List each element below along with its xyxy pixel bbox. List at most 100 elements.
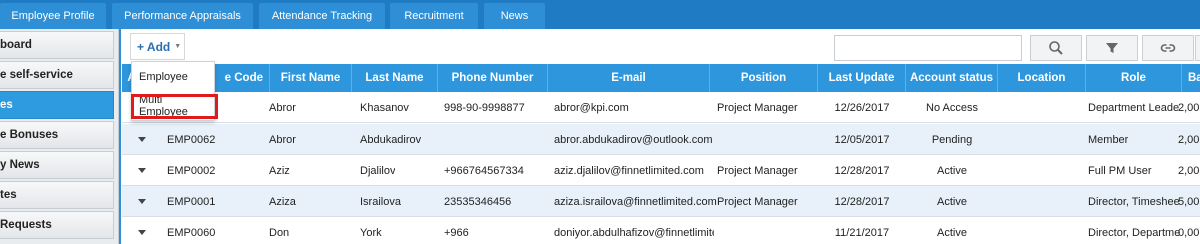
sidebar-item-label: Requests bbox=[0, 219, 52, 231]
cell-code: EMP0060 bbox=[167, 226, 216, 239]
cell-phone: 23535346456 bbox=[444, 195, 512, 208]
cell-last-name: Djalilov bbox=[360, 164, 396, 177]
cell-last-name: Israilova bbox=[360, 195, 401, 208]
cell-position: Project Manager bbox=[717, 195, 798, 208]
sidebar-item-employees[interactable]: es bbox=[0, 91, 114, 119]
table-row[interactable]: EMP0002 Aziz Djalilov +966764567334 aziz… bbox=[122, 155, 1200, 186]
link-icon bbox=[1160, 44, 1176, 52]
cell-ba: 2,00 bbox=[1178, 101, 1200, 114]
cell-role: Member bbox=[1088, 133, 1129, 146]
sidebar-item-dashboard[interactable]: board bbox=[0, 31, 114, 59]
search-button[interactable] bbox=[1030, 35, 1082, 61]
top-tab-bar: Employee Profile Performance Appraisals … bbox=[0, 0, 1200, 29]
cell-ba: 2,00 bbox=[1178, 133, 1200, 146]
add-button[interactable]: + Add ▼ bbox=[130, 33, 185, 60]
cell-last-update: 12/26/2017 bbox=[834, 101, 890, 114]
cell-last-update: 12/28/2017 bbox=[834, 164, 890, 177]
more-button[interactable] bbox=[1195, 35, 1200, 61]
sidebar-item-label: e self-service bbox=[0, 69, 73, 81]
sidebar-item-label: y News bbox=[0, 159, 40, 171]
menu-item-employee[interactable]: Employee bbox=[132, 63, 214, 90]
cell-account-status: Active bbox=[937, 164, 967, 177]
chevron-down-icon[interactable] bbox=[138, 199, 146, 204]
cell-phone: +966764567334 bbox=[444, 164, 524, 177]
cell-position: Project Manager bbox=[717, 101, 798, 114]
table-header: A e Code First Name Last Name Phone Numb… bbox=[122, 64, 1200, 92]
search-input[interactable] bbox=[834, 35, 1022, 61]
cell-email: abror.abdukadirov@outlook.com bbox=[554, 133, 713, 146]
column-header-position[interactable]: Position bbox=[710, 64, 818, 92]
sidebar-item-label: board bbox=[0, 39, 32, 51]
chevron-down-icon[interactable] bbox=[138, 168, 146, 173]
tab-employee-profile[interactable]: Employee Profile bbox=[0, 3, 106, 29]
column-header-location[interactable]: Location bbox=[998, 64, 1086, 92]
cell-last-name: York bbox=[360, 226, 382, 239]
add-button-label: + Add bbox=[137, 39, 171, 54]
cell-first-name: Aziz bbox=[269, 164, 290, 177]
cell-first-name: Abror bbox=[269, 133, 296, 146]
cell-code: EMP0062 bbox=[167, 133, 216, 146]
table-row[interactable]: EMP0001 Aziza Israilova 23535346456 aziz… bbox=[122, 186, 1200, 217]
sidebar-divider bbox=[119, 29, 121, 244]
sidebar: board e self-service es e Bonuses y News… bbox=[0, 29, 119, 244]
cell-ba: 0,00 bbox=[1178, 226, 1200, 239]
chevron-down-icon[interactable] bbox=[138, 230, 146, 235]
sidebar-item-news[interactable]: y News bbox=[0, 151, 114, 179]
sidebar-item-label: e Bonuses bbox=[0, 129, 59, 141]
column-header-role[interactable]: Role bbox=[1086, 64, 1182, 92]
filter-button[interactable] bbox=[1086, 35, 1138, 61]
cell-first-name: Don bbox=[269, 226, 290, 239]
column-header-account-status[interactable]: Account status bbox=[906, 64, 998, 92]
cell-last-name: Khasanov bbox=[360, 101, 409, 114]
sidebar-item-bonuses[interactable]: e Bonuses bbox=[0, 121, 114, 149]
search-icon bbox=[1049, 41, 1063, 55]
tab-attendance-tracking[interactable]: Attendance Tracking bbox=[259, 3, 385, 29]
tab-news[interactable]: News bbox=[484, 3, 545, 29]
cell-role: Director, Timeshee bbox=[1088, 195, 1180, 208]
cell-email: doniyor.abdulhafizov@finnetlimite bbox=[554, 226, 714, 239]
cell-last-update: 12/28/2017 bbox=[834, 195, 890, 208]
cell-last-update: 12/05/2017 bbox=[834, 133, 890, 146]
cell-account-status: Active bbox=[937, 226, 967, 239]
cell-first-name: Abror bbox=[269, 101, 296, 114]
table-row[interactable]: EMP0060 Don York +966 doniyor.abdulhafiz… bbox=[122, 217, 1200, 244]
cell-email: aziza.israilova@finnetlimited.com bbox=[554, 195, 717, 208]
tab-performance-appraisals[interactable]: Performance Appraisals bbox=[112, 3, 253, 29]
cell-account-status: Active bbox=[937, 195, 967, 208]
cell-role: Full PM User bbox=[1088, 164, 1152, 177]
cell-account-status: Pending bbox=[931, 133, 973, 146]
column-header-phone[interactable]: Phone Number bbox=[438, 64, 548, 92]
chevron-down-icon[interactable] bbox=[138, 137, 146, 142]
column-header-ba[interactable]: Ba bbox=[1182, 64, 1200, 92]
cell-role: Director, Departme bbox=[1088, 226, 1181, 239]
column-header-email[interactable]: E-mail bbox=[548, 64, 710, 92]
cell-code: EMP0001 bbox=[167, 195, 216, 208]
column-header-last-update[interactable]: Last Update bbox=[818, 64, 906, 92]
table-row[interactable]: EMP0062 Abror Abdukadirov abror.abdukadi… bbox=[122, 124, 1200, 155]
column-header-first-name[interactable]: First Name bbox=[270, 64, 352, 92]
sidebar-item-label: tes bbox=[0, 189, 17, 201]
highlight-box bbox=[131, 94, 218, 119]
sidebar-item-label: es bbox=[0, 99, 13, 111]
cell-last-name: Abdukadirov bbox=[360, 133, 422, 146]
cell-email: aziz.djalilov@finnetlimited.com bbox=[554, 164, 704, 177]
tab-recruitment[interactable]: Recruitment bbox=[390, 3, 478, 29]
cell-last-update: 11/21/2017 bbox=[834, 226, 890, 239]
cell-ba: 2,00 bbox=[1178, 164, 1200, 177]
cell-account-status: No Access bbox=[926, 101, 978, 114]
sidebar-item-notes[interactable]: tes bbox=[0, 181, 114, 209]
cell-phone: +966 bbox=[444, 226, 469, 239]
cell-phone: 998-90-9998877 bbox=[444, 101, 525, 114]
cell-role: Department Leade bbox=[1088, 101, 1180, 114]
table-row[interactable]: Abror Khasanov 998-90-9998877 abror@kpi.… bbox=[122, 92, 1200, 123]
cell-email: abror@kpi.com bbox=[554, 101, 629, 114]
cell-code: EMP0002 bbox=[167, 164, 216, 177]
sidebar-item-self-service[interactable]: e self-service bbox=[0, 61, 114, 89]
cell-position: Project Manager bbox=[717, 164, 798, 177]
cell-first-name: Aziza bbox=[269, 195, 296, 208]
cell-ba: 5,00 bbox=[1178, 195, 1200, 208]
sidebar-item-requests[interactable]: Requests bbox=[0, 211, 114, 239]
filter-icon bbox=[1106, 43, 1118, 53]
column-header-last-name[interactable]: Last Name bbox=[352, 64, 438, 92]
link-button[interactable] bbox=[1142, 35, 1194, 61]
